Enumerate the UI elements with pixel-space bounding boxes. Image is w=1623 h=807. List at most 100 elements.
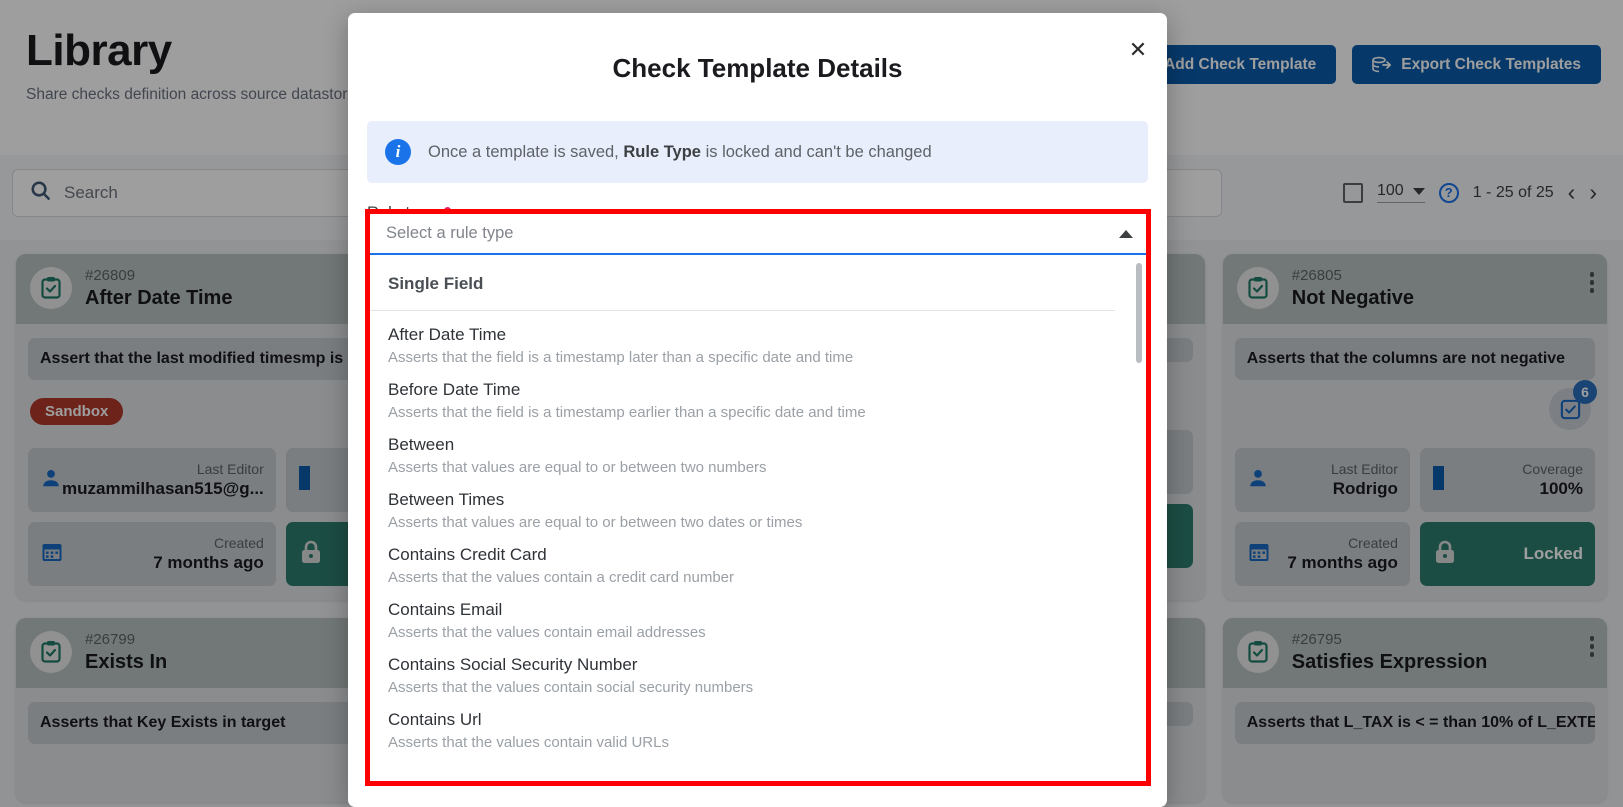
option-name: Contains Url [388, 710, 482, 729]
select-all-checkbox[interactable] [1343, 182, 1363, 203]
export-icon [1372, 56, 1392, 74]
card-tag-row [16, 744, 400, 802]
option-name: Contains Social Security Number [388, 655, 638, 674]
stat-locked: Locked [1419, 522, 1595, 586]
stat-value: 7 months ago [153, 553, 264, 572]
calendar-icon [40, 540, 64, 569]
card-stats: Last Editor Rodrigo Coverage 100% Create… [1223, 438, 1607, 600]
rule-option-contains-social-security-number[interactable]: Contains Social Security Number Asserts … [370, 641, 1146, 696]
option-name: Between Times [388, 490, 505, 509]
avatar [30, 267, 72, 309]
rule-option-after-date-time[interactable]: After Date Time Asserts that the field i… [370, 311, 1146, 366]
close-icon[interactable]: ✕ [1125, 37, 1151, 63]
stat-value: 100% [1539, 479, 1583, 498]
option-description: Asserts that the values contain valid UR… [388, 734, 669, 751]
info-icon: i [385, 139, 411, 165]
card-id: #26795 [1291, 631, 1342, 648]
option-description: Asserts that the values contain email ad… [388, 624, 706, 641]
person-icon [40, 467, 62, 494]
info-suffix: is locked and can't be changed [701, 142, 932, 161]
info-prefix: Once a template is saved, [428, 142, 624, 161]
info-banner: i Once a template is saved, Rule Type is… [367, 121, 1148, 183]
stat-value: muzammilhasan515@g... [62, 479, 264, 498]
card-header: #26799 Exists In [16, 618, 401, 688]
bar-icon [298, 463, 312, 498]
option-description: Asserts that values are equal to or betw… [388, 459, 767, 476]
card-description: Asserts that the columns are not negativ… [1234, 338, 1595, 380]
stat-created: Created 7 months ago [1234, 522, 1410, 586]
option-group-header: Single Field [370, 255, 1115, 311]
pagination-range: 1 - 25 of 25 [1472, 183, 1554, 201]
stat-label: Coverage [1522, 461, 1583, 477]
help-icon[interactable]: ? [1438, 182, 1459, 203]
status-badge: Sandbox [30, 398, 124, 425]
card-tag-row: Sandbox [16, 380, 400, 438]
avatar [1236, 267, 1279, 309]
rule-type-select[interactable]: Select a rule type [370, 214, 1146, 255]
export-check-templates-button[interactable]: Export Check Templates [1352, 45, 1601, 84]
add-check-template-button[interactable]: Add Check Template [1144, 45, 1337, 84]
pagination-controls: 100 ? 1 - 25 of 25 ‹ › [1343, 181, 1597, 204]
check-template-card[interactable]: #26809 After Date Time Assert that the l… [16, 254, 401, 600]
stat-label: Last Editor [196, 461, 264, 477]
option-name: After Date Time [388, 325, 507, 344]
card-description: Asserts that Key Exists in target [28, 702, 389, 744]
check-template-card[interactable]: #26805 Not Negative Asserts that the col… [1222, 254, 1607, 600]
avatar [30, 631, 72, 673]
add-check-template-label: Add Check Template [1164, 55, 1317, 73]
check-template-card[interactable]: #26795 Satisfies Expression Asserts that… [1222, 618, 1607, 802]
card-title: After Date Time [85, 286, 233, 309]
card-header: #26805 Not Negative [1222, 254, 1607, 324]
card-header: #26809 After Date Time [16, 254, 401, 324]
page-size-value: 100 [1377, 182, 1404, 199]
card-id: #26809 [85, 267, 136, 284]
card-id: #26805 [1291, 267, 1342, 284]
rule-option-between-times[interactable]: Between Times Asserts that values are eq… [370, 476, 1146, 531]
card-id: #26799 [85, 631, 136, 648]
page-size-select[interactable]: 100 [1377, 182, 1425, 203]
previous-page-button[interactable]: ‹ [1568, 181, 1576, 204]
option-name: Before Date Time [388, 380, 521, 399]
rule-option-contains-email[interactable]: Contains Email Asserts that the values c… [370, 586, 1146, 641]
card-tag-row: 6 [1223, 380, 1607, 438]
card-menu-button[interactable] [1589, 636, 1594, 657]
chevron-down-icon [1412, 187, 1425, 195]
card-title: Exists In [85, 650, 168, 673]
card-description: Asserts that L_TAX is < = than 10% of L_… [1234, 702, 1595, 744]
info-bold: Rule Type [623, 142, 701, 161]
option-description: Asserts that the values contain a credit… [388, 569, 735, 586]
lock-icon [1432, 538, 1458, 571]
option-name: Between [388, 435, 455, 454]
modal-title: Check Template Details [612, 53, 903, 83]
calendar-icon [1247, 540, 1271, 569]
stat-value: 7 months ago [1287, 553, 1398, 572]
card-menu-button[interactable] [1589, 272, 1594, 293]
chevron-up-icon[interactable] [1119, 229, 1133, 238]
stat-value: Locked [1523, 544, 1583, 563]
check-template-card[interactable]: #26799 Exists In Asserts that Key Exists… [16, 618, 401, 802]
stat-value: Rodrigo [1332, 479, 1398, 498]
rule-type-option-list[interactable]: Single Field After Date Time Asserts tha… [370, 255, 1146, 781]
header-actions: Add Check Template Export Check Template… [1144, 45, 1601, 84]
rule-option-before-date-time[interactable]: Before Date Time Asserts that the field … [370, 366, 1146, 421]
stat-last-editor: Last Editor muzammilhasan515@g... [28, 448, 276, 512]
check-template-details-modal: ✕ Check Template Details i Once a templa… [348, 13, 1167, 807]
rule-type-placeholder: Select a rule type [386, 224, 514, 242]
dropdown-scrollbar-thumb[interactable] [1136, 263, 1142, 363]
rule-option-between[interactable]: Between Asserts that values are equal to… [370, 421, 1146, 476]
lock-icon [298, 538, 324, 571]
stat-label: Last Editor [1330, 461, 1398, 477]
info-banner-text: Once a template is saved, Rule Type is l… [428, 143, 932, 162]
badge-count: 6 [1573, 380, 1597, 404]
search-icon [29, 179, 52, 207]
next-page-button[interactable]: › [1589, 181, 1597, 204]
rule-option-contains-url[interactable]: Contains Url Asserts that the values con… [370, 696, 1146, 751]
option-name: Contains Email [388, 600, 503, 619]
card-stats: Last Editor muzammilhasan515@g... Create… [16, 438, 400, 600]
card-description: Assert that the last modified timesmp is… [28, 338, 389, 380]
rule-option-contains-credit-card[interactable]: Contains Credit Card Asserts that the va… [370, 531, 1146, 586]
option-description: Asserts that the field is a timestamp la… [388, 349, 854, 366]
option-description: Asserts that the field is a timestamp ea… [388, 404, 866, 421]
stat-created: Created 7 months ago [28, 522, 276, 586]
option-description: Asserts that values are equal to or betw… [388, 514, 803, 531]
